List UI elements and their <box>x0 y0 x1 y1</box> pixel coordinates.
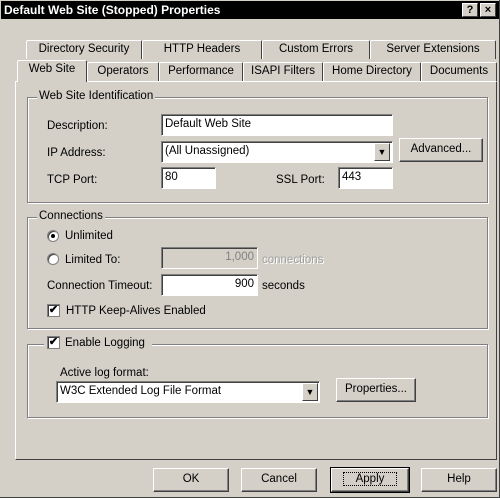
tcp-port-label: TCP Port: <box>47 174 98 186</box>
ok-button[interactable]: OK <box>153 468 229 492</box>
enable-logging-checkbox[interactable]: ✔ <box>47 336 60 349</box>
help-button[interactable]: Help <box>421 468 497 492</box>
tab-label: Custom Errors <box>278 43 354 55</box>
description-label: Description: <box>47 120 108 132</box>
tab-label: HTTP Headers <box>163 43 241 55</box>
unlimited-label[interactable]: Unlimited <box>65 229 113 243</box>
identification-group-label: Web Site Identification <box>37 90 156 103</box>
connections-group-label: Connections <box>37 210 105 223</box>
tab-label: Directory Security <box>38 43 130 55</box>
ip-address-select[interactable]: (All Unassigned) <box>161 141 393 163</box>
ssl-port-input[interactable]: 443 <box>338 167 393 189</box>
help-title-button[interactable]: ? <box>462 3 478 17</box>
log-format-select[interactable]: W3C Extended Log File Format <box>56 381 320 403</box>
advanced-button[interactable]: Advanced... <box>399 138 483 162</box>
tab-label: Home Directory <box>332 65 412 77</box>
tab-isapi-filters[interactable]: ISAPI Filters <box>243 62 323 81</box>
ssl-port-label: SSL Port: <box>276 174 325 186</box>
tab-label: ISAPI Filters <box>251 65 315 77</box>
timeout-unit: seconds <box>262 280 305 292</box>
apply-button-label: Apply <box>342 472 398 486</box>
log-format-value: W3C Extended Log File Format <box>60 385 222 397</box>
chevron-down-icon[interactable]: ▼ <box>374 143 390 161</box>
properties-dialog: Default Web Site (Stopped) Properties ? … <box>0 0 500 498</box>
keepalive-label[interactable]: HTTP Keep-Alives Enabled <box>66 304 206 318</box>
limited-label[interactable]: Limited To: <box>65 253 120 267</box>
tab-directory-security[interactable]: Directory Security <box>26 40 142 59</box>
tab-custom-errors[interactable]: Custom Errors <box>262 40 370 59</box>
tab-web-site[interactable]: Web Site <box>17 60 87 82</box>
title-bar: Default Web Site (Stopped) Properties <box>1 1 499 19</box>
connections-unit: connections <box>262 254 324 266</box>
tab-home-directory[interactable]: Home Directory <box>323 62 421 81</box>
tab-performance[interactable]: Performance <box>159 62 243 81</box>
tab-documents[interactable]: Documents <box>421 62 497 81</box>
tab-label: Documents <box>429 65 489 77</box>
unlimited-radio[interactable] <box>47 230 59 242</box>
timeout-label: Connection Timeout: <box>47 280 153 292</box>
limited-connections-input[interactable]: 1,000 <box>161 247 258 269</box>
tab-operators[interactable]: Operators <box>87 62 159 81</box>
tab-label: Server Extensions <box>386 43 480 55</box>
description-input[interactable]: Default Web Site <box>161 114 393 136</box>
cancel-button[interactable]: Cancel <box>241 468 317 492</box>
timeout-input[interactable]: 900 <box>161 274 258 296</box>
close-icon[interactable]: × <box>480 3 496 17</box>
tcp-port-input[interactable]: 80 <box>161 167 216 189</box>
tab-label: Web Site <box>28 63 76 75</box>
ip-address-label: IP Address: <box>47 147 106 159</box>
log-format-label: Active log format: <box>60 367 149 379</box>
tab-label: Operators <box>97 65 149 77</box>
limited-radio[interactable] <box>47 253 59 265</box>
tab-http-headers[interactable]: HTTP Headers <box>142 40 262 59</box>
chevron-down-icon[interactable]: ▼ <box>302 383 318 401</box>
log-properties-button[interactable]: Properties... <box>336 378 416 402</box>
apply-button[interactable]: Apply <box>330 467 410 493</box>
tab-label: Performance <box>168 65 234 77</box>
tab-server-extensions[interactable]: Server Extensions <box>370 40 496 59</box>
enable-logging-label[interactable]: Enable Logging <box>65 336 145 350</box>
keepalive-checkbox[interactable]: ✔ <box>47 304 60 317</box>
window-title: Default Web Site (Stopped) Properties <box>4 3 221 17</box>
ip-address-value: (All Unassigned) <box>165 145 250 157</box>
